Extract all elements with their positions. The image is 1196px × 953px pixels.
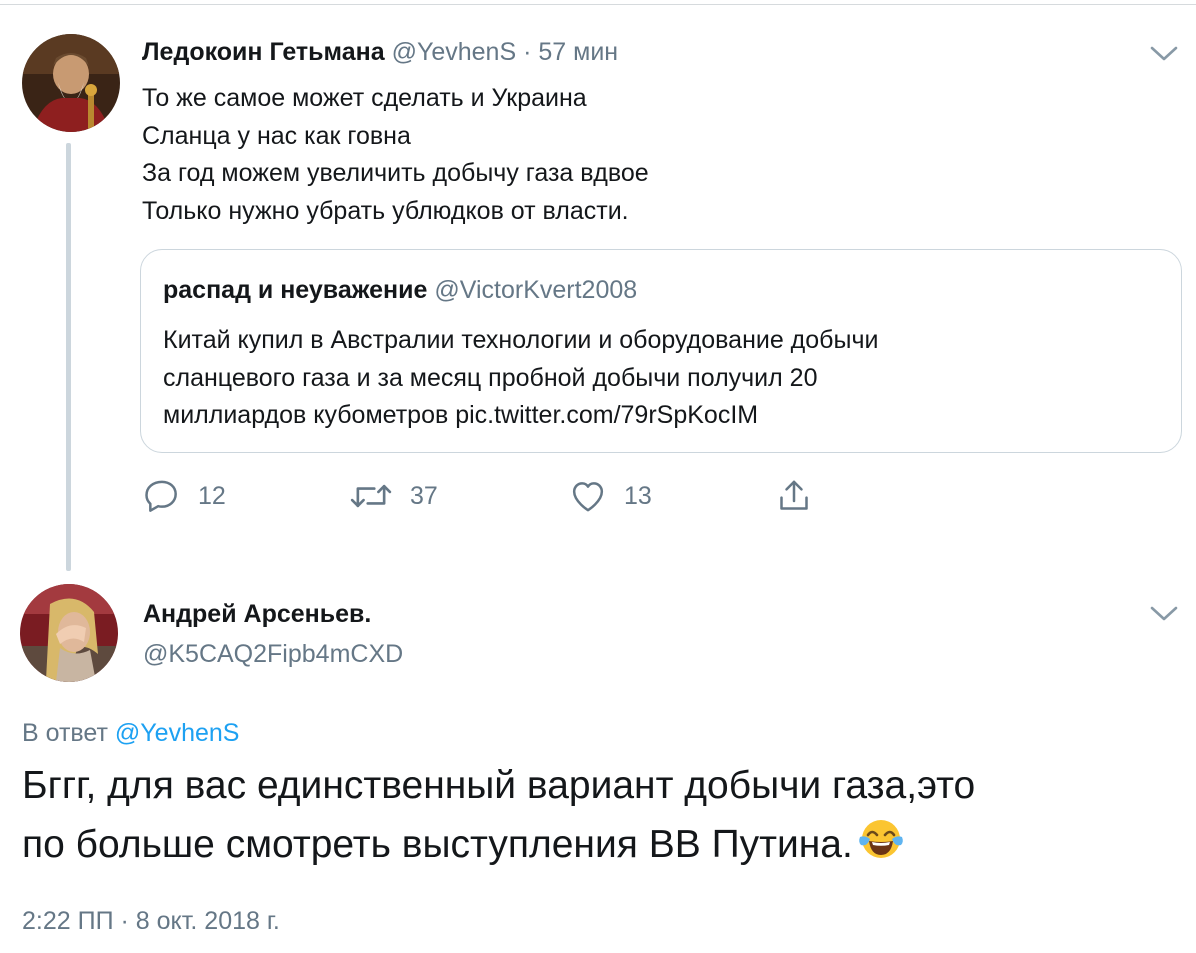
reply-text-line: по больше смотреть выступления ВВ Путина… (22, 815, 975, 880)
thread-connector (66, 143, 71, 571)
reply-context: В ответ @YevhenS (22, 717, 239, 749)
quoted-text: Китай купил в Австралии технологии и обо… (163, 322, 878, 435)
tweet-text-line: Сланца у нас как говна (142, 121, 411, 150)
share-button[interactable] (774, 474, 814, 518)
like-button[interactable]: 13 (568, 474, 652, 518)
reply-icon (145, 480, 177, 512)
quoted-text-line: миллиардов кубометров pic.twitter.com/79… (163, 401, 759, 429)
quoted-author-handle: @VictorKvert2008 (434, 276, 638, 304)
quoted-author-name: распад и неуважение (163, 276, 428, 304)
reply-author-avatar[interactable] (20, 584, 118, 682)
retweet-count: 37 (410, 481, 438, 510)
header-separator: · (523, 38, 532, 66)
like-count: 13 (624, 481, 652, 510)
reply-prefix: В ответ (22, 719, 108, 747)
reply-author-name[interactable]: Андрей Арсеньев. (143, 598, 371, 630)
retweet-button[interactable]: 37 (348, 474, 438, 518)
quoted-text-line: сланцевого газа и за месяц пробной добыч… (163, 363, 818, 392)
author-avatar[interactable] (22, 34, 120, 132)
tweet-menu-chevron-icon[interactable] (1148, 41, 1180, 65)
tweet-actions: 12 37 13 (142, 474, 842, 518)
reply-to-link[interactable]: @YevhenS (115, 719, 240, 747)
author-handle[interactable]: @YevhenS (392, 38, 517, 66)
reply-text-line: Бггг, для вас единственный вариант добыч… (22, 764, 976, 807)
tweet-time[interactable]: 57 мин (538, 38, 618, 66)
tweet-text-line: За год можем увеличить добычу газа вдвое (142, 159, 649, 187)
reply-menu-chevron-icon[interactable] (1148, 601, 1180, 625)
reply-button[interactable]: 12 (142, 474, 226, 518)
quoted-tweet[interactable]: распад и неуважение @VictorKvert2008 Кит… (140, 249, 1182, 453)
reply-count: 12 (198, 481, 226, 510)
heart-icon (572, 482, 604, 512)
quoted-header: распад и неуважение @VictorKvert2008 (163, 274, 637, 306)
tweet-header: Ледокоин Гетьмана @YevhenS · 57 мин (142, 36, 618, 68)
quoted-text-line: Китай купил в Австралии технологии и обо… (163, 326, 879, 354)
reply-text-span: по больше смотреть выступления ВВ Путина… (22, 823, 853, 866)
author-name[interactable]: Ледокоин Гетьмана (142, 38, 385, 66)
reply-timestamp[interactable]: 2:22 ПП · 8 окт. 2018 г. (22, 905, 280, 937)
tweet-text: То же самое может сделать и Украина Слан… (142, 80, 649, 230)
retweet-icon (350, 484, 392, 508)
tweet-text-line: То же самое может сделать и Украина (142, 84, 587, 112)
reply-author-handle[interactable]: @K5CAQ2Fipb4mCXD (143, 638, 403, 670)
share-icon (780, 480, 808, 510)
tears-of-joy-emoji-icon (857, 815, 905, 880)
reply-text: Бггг, для вас единственный вариант добыч… (22, 757, 975, 880)
top-divider (0, 4, 1196, 5)
tweet-text-line: Только нужно убрать ублюдков от власти. (142, 196, 629, 225)
